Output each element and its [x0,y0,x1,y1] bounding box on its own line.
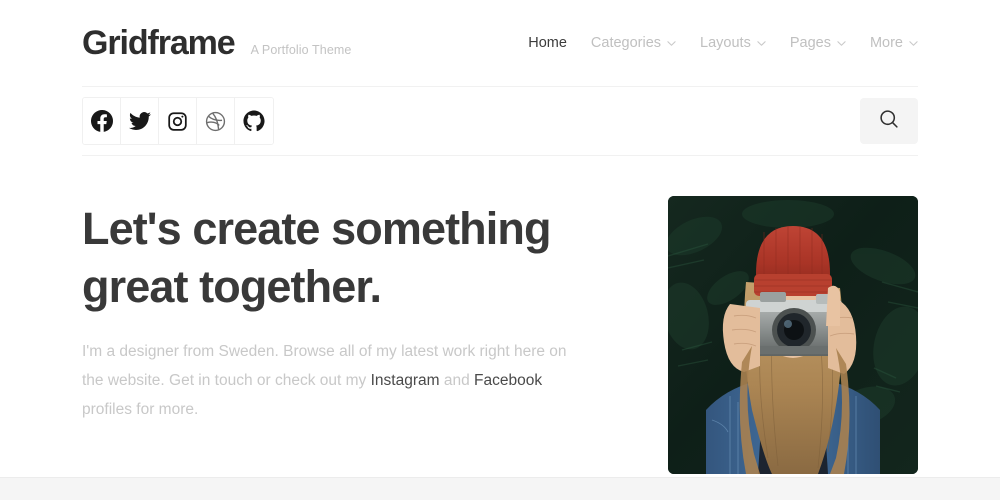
hero-image [668,196,918,474]
site-tagline: A Portfolio Theme [250,43,352,57]
nav-item-more[interactable]: More [870,35,918,51]
chevron-down-icon [909,39,918,48]
instagram-icon [167,111,188,132]
hero-photo-illustration [668,196,918,474]
hero-title-line-1: Let's create something [82,203,551,254]
chevron-down-icon [837,39,846,48]
nav-item-label: Home [528,35,567,51]
hero-paragraph-text-2: and [439,372,475,390]
github-icon [243,110,265,132]
social-link-facebook[interactable] [83,98,121,144]
hero-content: Let's create something great together. I… [82,196,582,474]
nav-item-categories[interactable]: Categories [591,35,676,51]
footer-strip [0,477,1000,500]
social-container [82,87,918,155]
main-navigation: Home Categories Layouts Pages More [528,35,918,51]
social-search-bar [82,87,918,155]
nav-item-label: Pages [789,35,831,51]
facebook-icon [90,110,113,132]
site-header: Gridframe A Portfolio Theme Home Categor… [82,0,918,86]
search-button[interactable] [860,98,918,144]
nav-item-label: Layouts [700,35,751,51]
nav-item-label: Categories [590,35,662,51]
social-link-twitter[interactable] [121,98,159,144]
brand[interactable]: Gridframe A Portfolio Theme [82,26,351,60]
site-logo[interactable]: Gridframe [82,26,236,60]
hero-paragraph: I'm a designer from Sweden. Browse all o… [82,337,577,424]
hero-title-line-2: great together. [82,260,382,312]
hero-section: Let's create something great together. I… [82,156,918,474]
social-links [82,97,274,145]
hero-container: Let's create something great together. I… [82,156,918,474]
social-link-github[interactable] [235,98,273,144]
nav-item-label: More [869,35,903,51]
page-root: Gridframe A Portfolio Theme Home Categor… [0,0,1000,500]
twitter-icon [128,110,151,132]
chevron-down-icon [667,39,676,48]
chevron-down-icon [757,39,766,48]
header-container: Gridframe A Portfolio Theme Home Categor… [82,0,918,86]
social-link-instagram[interactable] [159,98,197,144]
dribbble-icon [205,111,226,132]
nav-item-layouts[interactable]: Layouts [700,35,766,51]
search-icon [878,108,900,135]
hero-link-facebook[interactable]: Facebook [474,372,542,389]
hero-link-instagram[interactable]: Instagram [371,372,440,389]
page-title: Let's create something great together. [82,200,582,315]
nav-item-pages[interactable]: Pages [790,35,846,51]
social-link-dribbble[interactable] [197,98,235,144]
hero-paragraph-text-3: profiles for more. [82,401,199,419]
nav-item-home[interactable]: Home [528,35,567,51]
